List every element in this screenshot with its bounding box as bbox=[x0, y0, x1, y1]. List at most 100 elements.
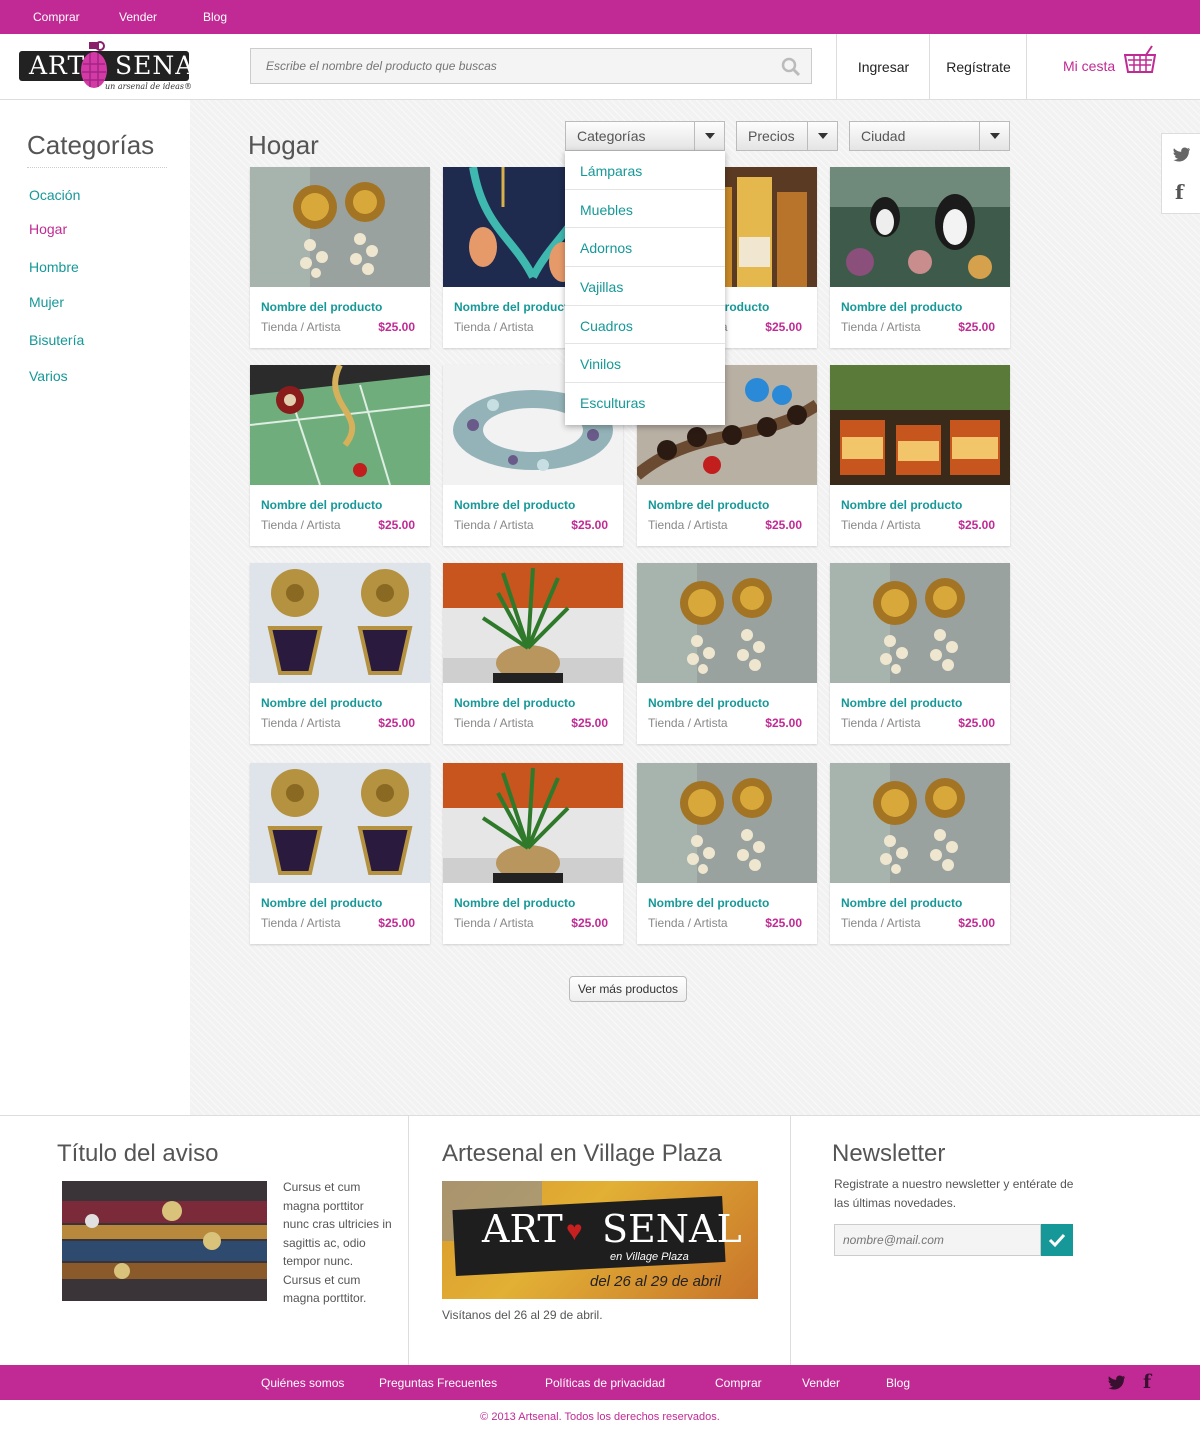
sidebar-item-varios[interactable]: Varios bbox=[29, 368, 68, 384]
sidebar-title: Categorías bbox=[27, 130, 167, 168]
product-card[interactable]: Nombre del producto Tienda / Artista $25.0… bbox=[637, 763, 817, 944]
product-card[interactable]: Nombre del producto Tienda / Artista $25.0… bbox=[443, 563, 623, 744]
sidebar-item-bisuteria[interactable]: Bisutería bbox=[29, 332, 84, 348]
footer-link-about[interactable]: Quiénes somos bbox=[261, 1376, 344, 1390]
product-name[interactable]: Nombre del producto bbox=[261, 696, 382, 710]
product-store[interactable]: Tienda / Artista bbox=[841, 518, 921, 532]
product-name[interactable]: Nombre del producto bbox=[841, 896, 962, 910]
categories-filter[interactable]: Categorías bbox=[565, 121, 725, 151]
dropdown-item[interactable]: Vajillas bbox=[565, 267, 725, 306]
product-name[interactable]: Nombre del producto bbox=[841, 300, 962, 314]
event-column: Artesenal en Village Plaza ART ♥ SENAL e… bbox=[409, 1116, 791, 1365]
city-filter[interactable]: Ciudad bbox=[849, 121, 1010, 151]
product-image[interactable] bbox=[830, 167, 1010, 287]
dropdown-item[interactable]: Lámparas bbox=[565, 151, 725, 190]
product-name[interactable]: Nombre del producto bbox=[841, 696, 962, 710]
product-card[interactable]: Nombre del producto Tienda / Artista $25.0… bbox=[830, 365, 1010, 546]
product-name[interactable]: Nombre del producto bbox=[261, 896, 382, 910]
more-products-button[interactable]: Ver más productos bbox=[569, 976, 687, 1002]
product-store[interactable]: Tienda / Artista bbox=[261, 916, 341, 930]
product-image[interactable] bbox=[830, 763, 1010, 883]
product-store[interactable]: Tienda / Artista bbox=[648, 716, 728, 730]
login-button[interactable]: Ingresar bbox=[836, 34, 930, 100]
banner-dates: del 26 al 29 de abril bbox=[590, 1273, 721, 1290]
search-icon[interactable] bbox=[781, 57, 801, 77]
dropdown-item[interactable]: Esculturas bbox=[565, 383, 725, 422]
product-store[interactable]: Tienda / Artista bbox=[454, 320, 534, 334]
product-store[interactable]: Tienda / Artista bbox=[261, 518, 341, 532]
product-price: $25.00 bbox=[958, 716, 995, 730]
sidebar-item-ocacion[interactable]: Ocación bbox=[29, 187, 80, 203]
sidebar-item-mujer[interactable]: Mujer bbox=[29, 294, 64, 310]
footer-link-vender[interactable]: Vender bbox=[802, 1376, 840, 1390]
dropdown-item[interactable]: Adornos bbox=[565, 228, 725, 268]
product-store[interactable]: Tienda / Artista bbox=[648, 518, 728, 532]
top-nav-comprar[interactable]: Comprar bbox=[33, 10, 80, 24]
product-name[interactable]: Nombre del producto bbox=[841, 498, 962, 512]
footer-link-privacy[interactable]: Políticas de privacidad bbox=[545, 1376, 665, 1390]
product-store[interactable]: Tienda / Artista bbox=[841, 320, 921, 334]
product-store[interactable]: Tienda / Artista bbox=[841, 916, 921, 930]
product-name[interactable]: Nombre del producto bbox=[261, 498, 382, 512]
product-image[interactable] bbox=[830, 365, 1010, 485]
prices-filter[interactable]: Precios bbox=[736, 121, 838, 151]
product-name[interactable]: Nombre del producto bbox=[454, 498, 575, 512]
dropdown-item[interactable]: Muebles bbox=[565, 190, 725, 229]
product-card[interactable]: Nombre del producto Tienda / Artista $25.0… bbox=[443, 763, 623, 944]
product-store[interactable]: Tienda / Artista bbox=[454, 716, 534, 730]
product-name[interactable]: Nombre del producto bbox=[454, 696, 575, 710]
product-card[interactable]: Nombre del producto Tienda / Artista $25.0… bbox=[637, 563, 817, 744]
facebook-icon[interactable]: f bbox=[1143, 1371, 1151, 1393]
product-card[interactable]: Nombre del producto Tienda / Artista $25.0… bbox=[250, 763, 430, 944]
product-name[interactable]: Nombre del producto bbox=[648, 896, 769, 910]
product-image[interactable] bbox=[250, 365, 430, 485]
product-image[interactable] bbox=[250, 763, 430, 883]
product-card[interactable]: Nombre del producto Tienda / Artista $25.0… bbox=[830, 167, 1010, 348]
cart-button[interactable]: Mi cesta bbox=[1026, 34, 1200, 100]
product-image[interactable] bbox=[443, 763, 623, 883]
product-store[interactable]: Tienda / Artista bbox=[454, 916, 534, 930]
facebook-icon[interactable]: f bbox=[1175, 180, 1184, 204]
footer-link-comprar[interactable]: Comprar bbox=[715, 1376, 762, 1390]
logo[interactable]: ART SENAL un arsenal de ideas® bbox=[19, 40, 211, 92]
product-image[interactable] bbox=[637, 763, 817, 883]
twitter-icon[interactable] bbox=[1173, 147, 1191, 163]
register-button[interactable]: Regístrate bbox=[929, 34, 1027, 100]
product-name[interactable]: Nombre del producto bbox=[648, 498, 769, 512]
product-image[interactable] bbox=[637, 563, 817, 683]
top-nav-blog[interactable]: Blog bbox=[203, 10, 227, 24]
product-card[interactable]: Nombre del producto Tienda / Artista $25.0… bbox=[250, 365, 430, 546]
sidebar-item-hombre[interactable]: Hombre bbox=[29, 259, 79, 275]
sidebar-item-hogar[interactable]: Hogar bbox=[29, 221, 67, 237]
dropdown-item[interactable]: Vinilos bbox=[565, 344, 725, 384]
newsletter-submit-button[interactable] bbox=[1041, 1224, 1073, 1256]
product-image[interactable] bbox=[250, 167, 430, 287]
twitter-icon[interactable] bbox=[1108, 1375, 1126, 1391]
product-name[interactable]: Nombre del producto bbox=[648, 696, 769, 710]
product-name[interactable]: Nombre del producto bbox=[261, 300, 382, 314]
product-image[interactable] bbox=[443, 563, 623, 683]
newsletter-email-input[interactable] bbox=[834, 1224, 1041, 1256]
footer-link-blog[interactable]: Blog bbox=[886, 1376, 910, 1390]
categories-dropdown: Lámparas Muebles Adornos Vajillas Cuadro… bbox=[565, 151, 725, 425]
dropdown-item[interactable]: Cuadros bbox=[565, 306, 725, 345]
newsletter-title: Newsletter bbox=[832, 1140, 946, 1167]
product-name[interactable]: Nombre del producto bbox=[454, 300, 575, 314]
search-input[interactable] bbox=[251, 49, 771, 83]
product-card[interactable]: Nombre del producto Tienda / Artista $25.0… bbox=[830, 763, 1010, 944]
product-card[interactable]: Nombre del producto Tienda / Artista $25.0… bbox=[250, 563, 430, 744]
event-banner[interactable]: ART ♥ SENAL en Village Plaza del 26 al 2… bbox=[442, 1181, 758, 1299]
product-card[interactable]: Nombre del producto Tienda / Artista $25.0… bbox=[830, 563, 1010, 744]
product-store[interactable]: Tienda / Artista bbox=[841, 716, 921, 730]
product-card[interactable]: Nombre del producto Tienda / Artista $25.0… bbox=[250, 167, 430, 348]
product-store[interactable]: Tienda / Artista bbox=[261, 320, 341, 334]
product-store[interactable]: Tienda / Artista bbox=[261, 716, 341, 730]
top-nav-vender[interactable]: Vender bbox=[119, 10, 157, 24]
product-name[interactable]: Nombre del producto bbox=[454, 896, 575, 910]
footer-link-faq[interactable]: Preguntas Frecuentes bbox=[379, 1376, 497, 1390]
product-store[interactable]: Tienda / Artista bbox=[454, 518, 534, 532]
product-image[interactable] bbox=[250, 563, 430, 683]
product-price: $25.00 bbox=[378, 518, 415, 532]
product-store[interactable]: Tienda / Artista bbox=[648, 916, 728, 930]
product-image[interactable] bbox=[830, 563, 1010, 683]
